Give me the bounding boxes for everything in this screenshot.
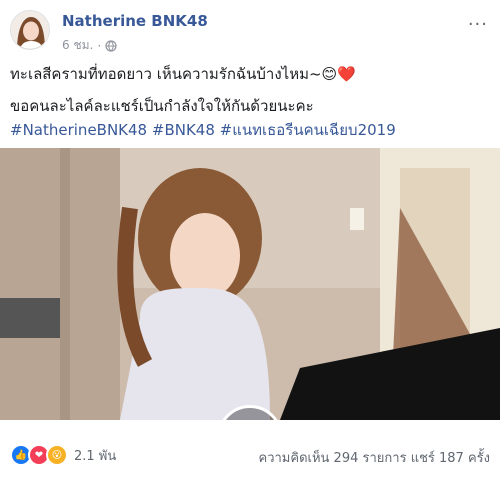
dot-separator: · bbox=[97, 38, 102, 53]
wow-icon: 😮 bbox=[46, 444, 68, 466]
post-hashtags[interactable]: #NatherineBNK48 #BNK48 #แนทเธอรีนคนเฉียบ… bbox=[10, 120, 396, 140]
globe-icon bbox=[105, 39, 117, 52]
post-header: Natherine BNK48 6 ชม. · ··· bbox=[10, 8, 490, 54]
share-count[interactable]: แชร์ 187 ครั้ง bbox=[411, 451, 490, 466]
post-text-line-2: ขอคนละไลค์ละแชร์เป็นกำลังใจให้กันด้วยนะค… bbox=[10, 97, 314, 115]
post-text-line-1: ทะเลสีครามที่ทอดยาว เห็นความรักฉันบ้างไห… bbox=[10, 65, 356, 83]
comment-count[interactable]: ความคิดเห็น 294 รายการ bbox=[259, 451, 407, 466]
author-name[interactable]: Natherine BNK48 bbox=[62, 12, 208, 30]
video-player[interactable] bbox=[0, 148, 500, 420]
reaction-count: 2.1 พัน bbox=[74, 448, 117, 464]
reactions-summary[interactable]: 👍 ❤ 😮 2.1 พัน bbox=[10, 444, 116, 466]
post-timestamp[interactable]: 6 ชม. bbox=[62, 36, 93, 55]
engagement-stats: ความคิดเห็น 294 รายการ แชร์ 187 ครั้ง bbox=[259, 447, 490, 468]
post-meta: 6 ชม. · bbox=[62, 36, 117, 55]
video-thumbnail bbox=[0, 148, 500, 420]
avatar[interactable] bbox=[10, 10, 50, 50]
more-options-icon[interactable]: ··· bbox=[468, 14, 488, 35]
facebook-post: Natherine BNK48 6 ชม. · ··· ทะเลสีครามที… bbox=[0, 0, 500, 470]
post-footer: 👍 ❤ 😮 2.1 พัน ความคิดเห็น 294 รายการ แชร… bbox=[10, 444, 490, 490]
